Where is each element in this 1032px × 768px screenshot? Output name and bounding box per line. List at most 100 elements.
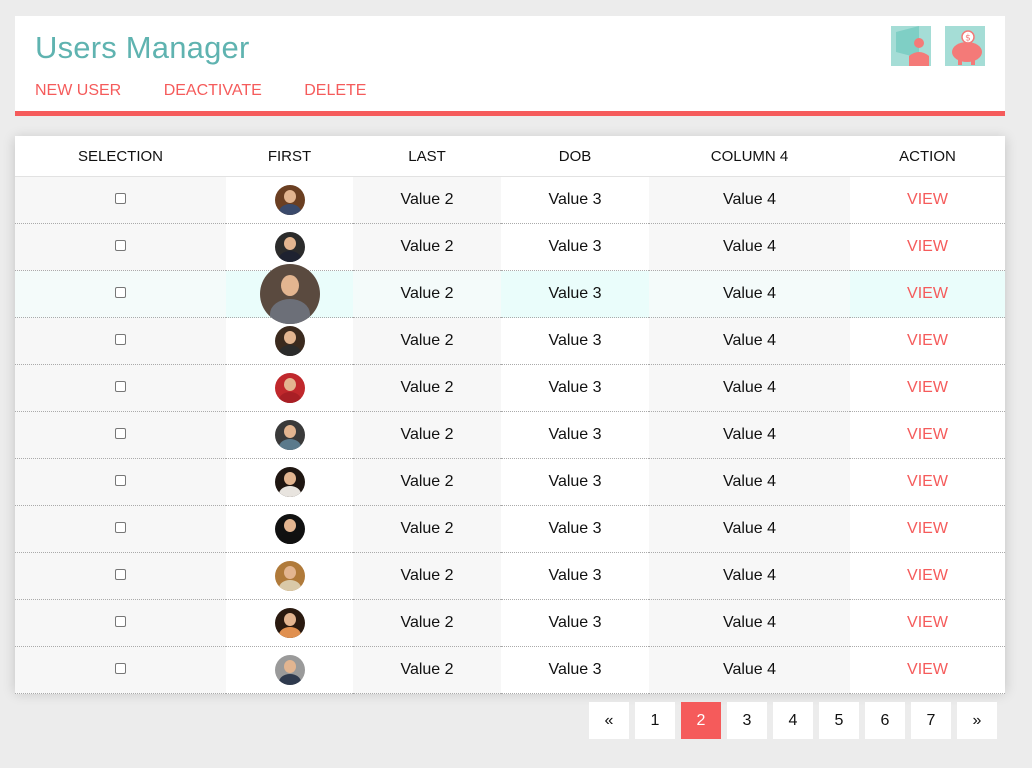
row-checkbox[interactable] (115, 616, 126, 627)
selection-cell (15, 552, 226, 600)
avatar[interactable] (274, 608, 305, 638)
column4-cell: Value 4 (649, 317, 850, 365)
row-checkbox[interactable] (115, 428, 126, 439)
last-cell: Value 2 (353, 176, 501, 224)
page-button-2[interactable]: 2 (681, 702, 721, 739)
first-cell (226, 646, 353, 694)
avatar[interactable] (274, 467, 305, 497)
first-cell (226, 599, 353, 647)
new-user-button[interactable]: NEW USER (35, 82, 121, 100)
action-cell: VIEW (850, 599, 1005, 647)
dob-cell: Value 3 (501, 223, 649, 271)
delete-button[interactable]: DELETE (304, 82, 366, 100)
dob-cell: Value 3 (501, 270, 649, 318)
selection-cell (15, 505, 226, 553)
app-header: Users Manager NEW USER DEACTIVATE DELETE… (15, 16, 1005, 116)
page-title: Users Manager (35, 30, 250, 65)
selection-cell (15, 317, 226, 365)
page-button-1[interactable]: 1 (635, 702, 675, 739)
column4-cell: Value 4 (649, 552, 850, 600)
table-row: Value 2 Value 3 Value 4 VIEW (15, 317, 1005, 365)
row-checkbox[interactable] (115, 475, 126, 486)
action-menu: NEW USER DEACTIVATE DELETE (35, 82, 404, 100)
deactivate-button[interactable]: DEACTIVATE (164, 82, 262, 100)
page-button-6[interactable]: 6 (865, 702, 905, 739)
view-link[interactable]: VIEW (907, 426, 948, 443)
column4-cell: Value 4 (649, 458, 850, 506)
page-button-7[interactable]: 7 (911, 702, 951, 739)
table-row: Value 2 Value 3 Value 4 VIEW (15, 599, 1005, 647)
dob-cell: Value 3 (501, 646, 649, 694)
view-link[interactable]: VIEW (907, 661, 948, 678)
row-checkbox[interactable] (115, 334, 126, 345)
avatar[interactable] (274, 232, 305, 262)
action-cell: VIEW (850, 646, 1005, 694)
column4-cell: Value 4 (649, 646, 850, 694)
first-cell (226, 505, 353, 553)
avatar[interactable] (274, 326, 305, 356)
last-cell: Value 2 (353, 552, 501, 600)
view-link[interactable]: VIEW (907, 285, 948, 302)
table-row: Value 2 Value 3 Value 4 VIEW (15, 411, 1005, 459)
row-checkbox[interactable] (115, 193, 126, 204)
table-body: Value 2 Value 3 Value 4 VIEW Value 2 Value 3V… (15, 176, 1005, 694)
column4-cell: Value 4 (649, 270, 850, 318)
view-link[interactable]: VIEW (907, 567, 948, 584)
column4-cell: Value 4 (649, 223, 850, 271)
table-header-row: SELECTION FIRST LAST DOB COLUMN 4 ACTION (15, 136, 1005, 177)
row-checkbox[interactable] (115, 381, 126, 392)
column4-cell: Value 4 (649, 411, 850, 459)
page-next-button[interactable]: » (957, 702, 997, 739)
column-header-column4[interactable]: COLUMN 4 (649, 136, 850, 177)
column-header-dob[interactable]: DOB (501, 136, 649, 177)
column-header-last[interactable]: LAST (353, 136, 501, 177)
avatar[interactable] (274, 655, 305, 685)
dob-cell: Value 3 (501, 552, 649, 600)
avatar[interactable] (274, 420, 305, 450)
last-cell: Value 2 (353, 317, 501, 365)
avatar[interactable] (259, 264, 320, 324)
page-button-5[interactable]: 5 (819, 702, 859, 739)
action-cell: VIEW (850, 411, 1005, 459)
page-button-3[interactable]: 3 (727, 702, 767, 739)
row-checkbox[interactable] (115, 240, 126, 251)
page-button-4[interactable]: 4 (773, 702, 813, 739)
table-row: Value 2 Value 3 Value 4 VIEW (15, 176, 1005, 224)
users-table: SELECTION FIRST LAST DOB COLUMN 4 ACTION… (15, 136, 1005, 694)
view-link[interactable]: VIEW (907, 238, 948, 255)
avatar[interactable] (274, 185, 305, 215)
row-checkbox[interactable] (115, 569, 126, 580)
view-link[interactable]: VIEW (907, 614, 948, 631)
svg-text:$: $ (965, 34, 971, 44)
view-link[interactable]: VIEW (907, 473, 948, 490)
action-cell: VIEW (850, 270, 1005, 318)
pagination: « 1 2 3 4 5 6 7 » (589, 702, 1003, 739)
last-cell: Value 2 (353, 505, 501, 553)
row-checkbox[interactable] (115, 522, 126, 533)
first-cell (226, 264, 353, 324)
column-header-action[interactable]: ACTION (850, 136, 1005, 177)
last-cell: Value 2 (353, 411, 501, 459)
column-header-first[interactable]: FIRST (226, 136, 353, 177)
view-link[interactable]: VIEW (907, 332, 948, 349)
page-prev-button[interactable]: « (589, 702, 629, 739)
user-presentation-icon[interactable] (891, 26, 931, 66)
avatar[interactable] (274, 514, 305, 544)
dob-cell: Value 3 (501, 317, 649, 365)
dob-cell: Value 3 (501, 411, 649, 459)
dob-cell: Value 3 (501, 599, 649, 647)
view-link[interactable]: VIEW (907, 379, 948, 396)
avatar[interactable] (274, 561, 305, 591)
view-link[interactable]: VIEW (907, 520, 948, 537)
piggy-bank-icon[interactable]: $ (945, 26, 985, 66)
selection-cell (15, 646, 226, 694)
row-checkbox[interactable] (115, 287, 126, 298)
first-cell (226, 552, 353, 600)
first-cell (226, 176, 353, 224)
avatar[interactable] (274, 373, 305, 403)
view-link[interactable]: VIEW (907, 191, 948, 208)
column-header-selection[interactable]: SELECTION (15, 136, 226, 177)
row-checkbox[interactable] (115, 663, 126, 674)
last-cell: Value 2 (353, 270, 501, 318)
dob-cell: Value 3 (501, 505, 649, 553)
